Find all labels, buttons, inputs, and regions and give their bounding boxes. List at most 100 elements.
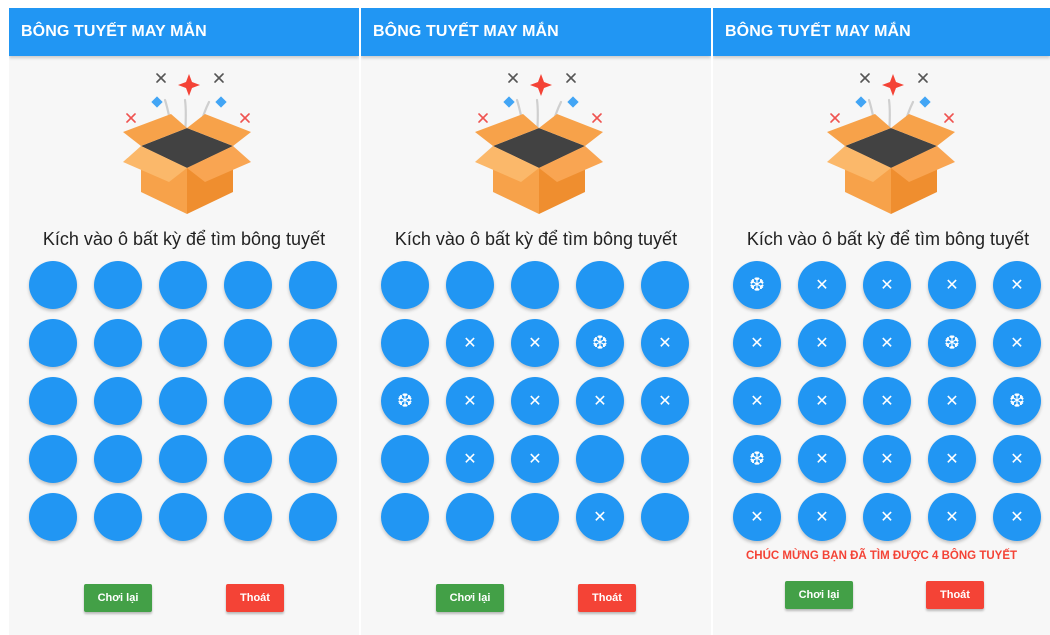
grid-cell[interactable]: [159, 493, 207, 541]
grid-cell[interactable]: ✕: [511, 435, 559, 483]
grid-cell[interactable]: [94, 493, 142, 541]
grid-cell[interactable]: [94, 261, 142, 309]
grid-cell[interactable]: [289, 493, 337, 541]
grid-cell[interactable]: ✕: [928, 435, 976, 483]
grid-cell[interactable]: ✕: [928, 377, 976, 425]
close-icon: ✕: [528, 333, 542, 352]
grid-cell[interactable]: [289, 435, 337, 483]
grid-cell[interactable]: [94, 319, 142, 367]
close-icon: ✕: [593, 507, 607, 526]
close-icon: ✕: [1010, 507, 1024, 526]
grid-cell[interactable]: [576, 261, 624, 309]
grid-cell[interactable]: [29, 435, 77, 483]
grid-cell[interactable]: ✕: [446, 377, 494, 425]
grid-cell[interactable]: ✕: [993, 435, 1041, 483]
grid-cell[interactable]: [224, 261, 272, 309]
grid-cell[interactable]: ✕: [511, 377, 559, 425]
exit-button[interactable]: Thoát: [926, 581, 984, 609]
grid-cell[interactable]: ✕: [641, 377, 689, 425]
grid-cell[interactable]: ✕: [798, 261, 846, 309]
grid-cell[interactable]: ✕: [576, 377, 624, 425]
grid-cell[interactable]: ✕: [993, 319, 1041, 367]
close-icon: ✕: [750, 507, 764, 526]
grid-cell[interactable]: [511, 261, 559, 309]
grid-cell[interactable]: [381, 493, 429, 541]
snowflake-grid: ❆ ✕ ✕ ✕ ✕ ✕ ✕ ✕ ❆ ✕ ✕ ✕ ✕ ✕ ❆ ❆ ✕ ✕ ✕ ✕ ✕ ✕ ✕ ✕ ✕: [733, 261, 1050, 541]
grid-cell[interactable]: [29, 493, 77, 541]
replay-button[interactable]: Chơi lại: [785, 581, 853, 609]
grid-cell[interactable]: [224, 493, 272, 541]
grid-cell[interactable]: ✕: [993, 261, 1041, 309]
close-icon: ✕: [1010, 449, 1024, 468]
grid-cell[interactable]: ✕: [863, 261, 911, 309]
grid-cell[interactable]: ✕: [798, 435, 846, 483]
grid-cell[interactable]: ❆: [576, 319, 624, 367]
grid-cell[interactable]: [159, 435, 207, 483]
grid-cell[interactable]: [511, 493, 559, 541]
grid-cell[interactable]: ✕: [798, 493, 846, 541]
grid-cell[interactable]: ✕: [446, 435, 494, 483]
app-bar: BÔNG TUYẾT MAY MẮN: [713, 8, 1050, 56]
grid-cell[interactable]: ✕: [863, 493, 911, 541]
grid-cell[interactable]: ✕: [511, 319, 559, 367]
snowflake-icon: ❆: [749, 274, 765, 296]
grid-cell[interactable]: [576, 435, 624, 483]
grid-cell[interactable]: ✕: [993, 493, 1041, 541]
grid-cell[interactable]: [159, 261, 207, 309]
close-icon: ✕: [945, 507, 959, 526]
grid-cell[interactable]: ❆: [733, 435, 781, 483]
grid-cell[interactable]: [224, 377, 272, 425]
grid-cell[interactable]: ❆: [993, 377, 1041, 425]
grid-cell[interactable]: [641, 493, 689, 541]
grid-cell[interactable]: [289, 377, 337, 425]
instruction-text: Kích vào ô bất kỳ để tìm bông tuyết: [42, 229, 326, 249]
grid-cell[interactable]: ✕: [576, 493, 624, 541]
grid-cell[interactable]: [446, 261, 494, 309]
snowflake-icon: ❆: [944, 332, 960, 354]
exit-button[interactable]: Thoát: [578, 584, 636, 612]
grid-cell[interactable]: [94, 435, 142, 483]
grid-cell[interactable]: [446, 493, 494, 541]
close-icon: ✕: [815, 391, 829, 410]
grid-cell[interactable]: ✕: [446, 319, 494, 367]
grid-cell[interactable]: ✕: [641, 319, 689, 367]
grid-cell[interactable]: ❆: [928, 319, 976, 367]
grid-cell[interactable]: [641, 261, 689, 309]
grid-cell[interactable]: ✕: [733, 377, 781, 425]
replay-button[interactable]: Chơi lại: [84, 584, 152, 612]
close-icon: ✕: [658, 333, 672, 352]
close-icon: ✕: [815, 507, 829, 526]
grid-cell[interactable]: ❆: [381, 377, 429, 425]
grid-cell[interactable]: [381, 435, 429, 483]
grid-cell[interactable]: [224, 319, 272, 367]
grid-cell[interactable]: [381, 319, 429, 367]
grid-cell[interactable]: [29, 319, 77, 367]
grid-cell[interactable]: [224, 435, 272, 483]
close-icon: ✕: [658, 391, 672, 410]
grid-cell[interactable]: ✕: [733, 493, 781, 541]
replay-button[interactable]: Chơi lại: [436, 584, 504, 612]
grid-cell[interactable]: ✕: [798, 377, 846, 425]
grid-cell[interactable]: [159, 377, 207, 425]
grid-cell[interactable]: [289, 319, 337, 367]
grid-cell[interactable]: ✕: [733, 319, 781, 367]
close-icon: ✕: [880, 275, 894, 294]
grid-cell[interactable]: ✕: [863, 435, 911, 483]
grid-cell[interactable]: [94, 377, 142, 425]
grid-cell[interactable]: [159, 319, 207, 367]
close-icon: ✕: [945, 449, 959, 468]
grid-cell[interactable]: [381, 261, 429, 309]
exit-button[interactable]: Thoát: [226, 584, 284, 612]
grid-cell[interactable]: [641, 435, 689, 483]
grid-cell[interactable]: ✕: [928, 261, 976, 309]
close-icon: ✕: [528, 449, 542, 468]
grid-cell[interactable]: ✕: [928, 493, 976, 541]
grid-cell[interactable]: ✕: [798, 319, 846, 367]
grid-cell[interactable]: [29, 377, 77, 425]
grid-cell[interactable]: [289, 261, 337, 309]
instruction-text: Kích vào ô bất kỳ để tìm bông tuyết: [746, 229, 1030, 249]
grid-cell[interactable]: ✕: [863, 319, 911, 367]
grid-cell[interactable]: ❆: [733, 261, 781, 309]
grid-cell[interactable]: [29, 261, 77, 309]
grid-cell[interactable]: ✕: [863, 377, 911, 425]
